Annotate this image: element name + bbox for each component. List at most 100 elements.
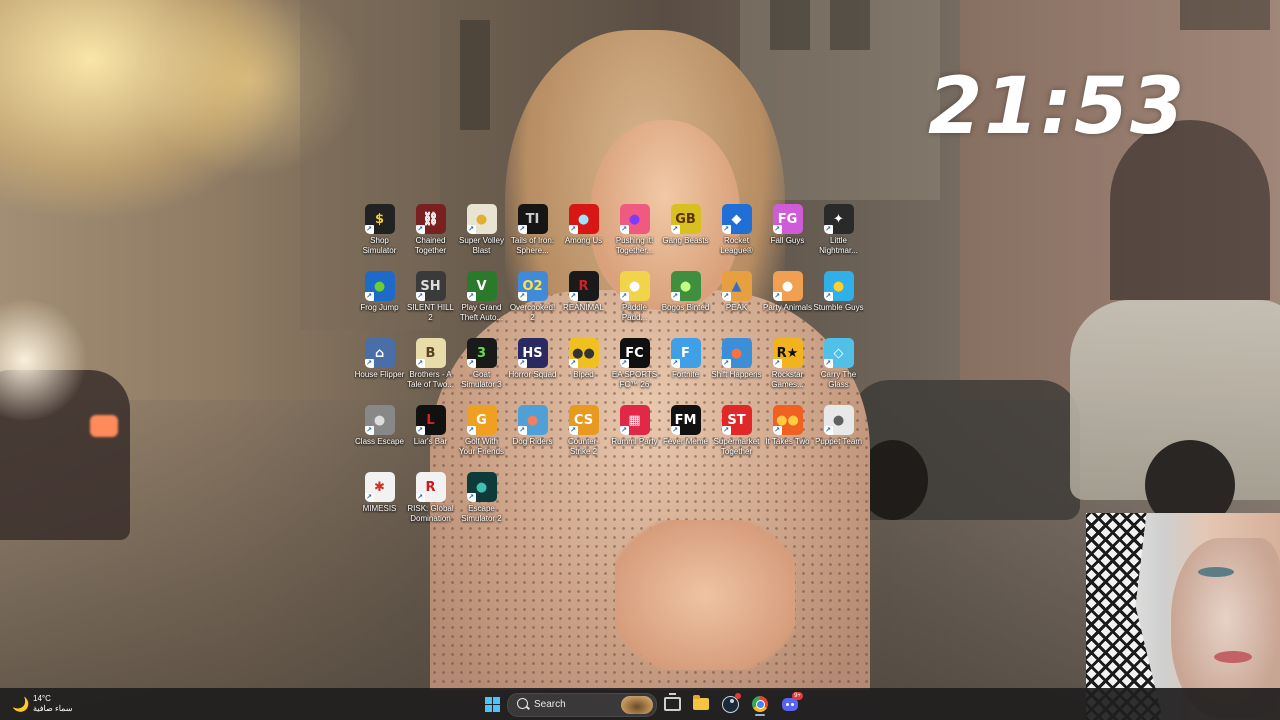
desktop-shortcut[interactable]: FM ↗ Fever Meme xyxy=(660,404,711,471)
shortcut-arrow-icon: ↗ xyxy=(619,225,629,234)
discord-button[interactable]: 9+ xyxy=(777,692,803,716)
desktop-shortcut[interactable]: R ↗ REANIMAL xyxy=(558,270,609,337)
desktop-shortcut-label: Fortnite xyxy=(671,370,700,379)
desktop-shortcut-label: Shift Happens xyxy=(711,370,762,379)
desktop-shortcut[interactable]: R★ ↗ Rockstar Games... xyxy=(762,337,813,404)
desktop-shortcut-label: Biped xyxy=(573,370,594,379)
desktop-shortcut[interactable]: ✱ ↗ MIMESIS xyxy=(354,471,405,538)
app-icon: ◇ ↗ xyxy=(823,338,854,368)
start-icon xyxy=(484,696,500,712)
desktop-shortcut[interactable]: ●● ↗ It Takes Two xyxy=(762,404,813,471)
desktop-shortcut[interactable]: ● ↗ Puppet Team xyxy=(813,404,864,471)
desktop-shortcut[interactable]: HS ↗ Horror Squad xyxy=(507,337,558,404)
desktop-shortcut[interactable]: TI ↗ Tails of Iron: Sphere... xyxy=(507,203,558,270)
desktop-shortcut-label: Rockstar Games... xyxy=(771,370,804,389)
file-explorer-icon xyxy=(693,695,709,710)
desktop-shortcut[interactable]: ●● ↗ Biped xyxy=(558,337,609,404)
desktop-shortcut[interactable]: G ↗ Golf With Your Friends xyxy=(456,404,507,471)
desktop-shortcut[interactable]: GB ↗ Gang Beasts xyxy=(660,203,711,270)
task-view-button[interactable] xyxy=(659,692,685,716)
desktop-shortcut[interactable]: ● ↗ Dog Riders xyxy=(507,404,558,471)
desktop-shortcut-label: Shop Simulator xyxy=(362,236,397,255)
desktop-shortcut-label: Rocket League® xyxy=(720,236,753,255)
app-icon: ● ↗ xyxy=(670,271,701,301)
shortcut-arrow-icon: ↗ xyxy=(721,426,731,435)
desktop-shortcut[interactable]: ✦ ↗ Little Nightmar... xyxy=(813,203,864,270)
desktop-shortcut[interactable]: ● ↗ Escape Simulator 2 xyxy=(456,471,507,538)
desktop-shortcut[interactable]: $ ↗ Shop Simulator xyxy=(354,203,405,270)
desktop-shortcut[interactable]: FC ↗ EA SPORTS FC™ 26 xyxy=(609,337,660,404)
app-icon: TI ↗ xyxy=(517,204,548,234)
app-icon: R ↗ xyxy=(415,472,446,502)
shortcut-arrow-icon: ↗ xyxy=(466,225,476,234)
app-icon: ● ↗ xyxy=(517,405,548,435)
shortcut-arrow-icon: ↗ xyxy=(568,426,578,435)
desktop-shortcut[interactable]: ● ↗ Paddle Padd... xyxy=(609,270,660,337)
shortcut-arrow-icon: ↗ xyxy=(772,426,782,435)
desktop-shortcut[interactable]: ◇ ↗ Carry The Glass xyxy=(813,337,864,404)
steam-button[interactable] xyxy=(717,692,743,716)
shortcut-arrow-icon: ↗ xyxy=(568,292,578,301)
notification-dot xyxy=(735,693,741,699)
shortcut-arrow-icon: ↗ xyxy=(670,359,680,368)
weather-temperature: 14°C xyxy=(33,694,51,703)
app-icon: ● ↗ xyxy=(619,204,650,234)
desktop-shortcut[interactable]: ⌂ ↗ House Flipper xyxy=(354,337,405,404)
desktop-shortcut[interactable]: SH ↗ SILENT HILL 2 xyxy=(405,270,456,337)
desktop-shortcut[interactable]: ◆ ↗ Rocket League® xyxy=(711,203,762,270)
start-button[interactable] xyxy=(479,692,505,716)
app-icon: ● ↗ xyxy=(823,405,854,435)
desktop-shortcut-label: Fever Meme xyxy=(663,437,708,446)
desktop-shortcut[interactable]: O2 ↗ Overcooked! 2 xyxy=(507,270,558,337)
chrome-button[interactable] xyxy=(747,692,773,716)
desktop-shortcut[interactable]: B ↗ Brothers - A Tale of Two... xyxy=(405,337,456,404)
app-icon: ● ↗ xyxy=(721,338,752,368)
desktop-shortcut-label: Pushing it! Together... xyxy=(615,236,654,255)
desktop-shortcut[interactable]: ● ↗ Bogos Binted xyxy=(660,270,711,337)
desktop-shortcut[interactable]: CS ↗ Counter-Strike 2 xyxy=(558,404,609,471)
desktop-shortcut[interactable]: ● ↗ Pushing it! Together... xyxy=(609,203,660,270)
desktop-shortcut[interactable]: ⛓ ↗ Chained Together xyxy=(405,203,456,270)
app-icon: ● ↗ xyxy=(364,271,395,301)
desktop-shortcut[interactable]: ▲ ↗ PEAK xyxy=(711,270,762,337)
file-explorer-button[interactable] xyxy=(688,692,714,716)
desktop-shortcut[interactable]: ● ↗ Among Us xyxy=(558,203,609,270)
desktop-shortcut-label: MIMESIS xyxy=(362,504,397,513)
shortcut-arrow-icon: ↗ xyxy=(568,225,578,234)
desktop-shortcut[interactable]: FG ↗ Fall Guys xyxy=(762,203,813,270)
shortcut-arrow-icon: ↗ xyxy=(466,493,476,502)
desktop-shortcut[interactable]: F ↗ Fortnite xyxy=(660,337,711,404)
app-icon: HS ↗ xyxy=(517,338,548,368)
desktop-shortcut[interactable]: R ↗ RISK: Global Domination xyxy=(405,471,456,538)
shortcut-arrow-icon: ↗ xyxy=(670,225,680,234)
desktop-shortcut[interactable]: ● ↗ Party Animals xyxy=(762,270,813,337)
desktop-shortcut[interactable]: V ↗ Play Grand Theft Auto... xyxy=(456,270,507,337)
desktop-shortcut[interactable]: ST ↗ Supermarket Together xyxy=(711,404,762,471)
shortcut-arrow-icon: ↗ xyxy=(619,426,629,435)
desktop-shortcut[interactable]: ● ↗ Class Escape xyxy=(354,404,405,471)
taskbar-search-box[interactable]: Search xyxy=(507,693,657,717)
shortcut-arrow-icon: ↗ xyxy=(466,292,476,301)
desktop-shortcut[interactable]: ● ↗ Stumble Guys xyxy=(813,270,864,337)
discord-badge: 9+ xyxy=(792,692,803,700)
desktop-shortcut[interactable]: ● ↗ Frog Jump xyxy=(354,270,405,337)
app-icon: FM ↗ xyxy=(670,405,701,435)
shortcut-arrow-icon: ↗ xyxy=(415,225,425,234)
desktop-shortcut[interactable]: ● ↗ Super Volley Blast xyxy=(456,203,507,270)
shortcut-arrow-icon: ↗ xyxy=(670,426,680,435)
app-icon: B ↗ xyxy=(415,338,446,368)
shortcut-arrow-icon: ↗ xyxy=(823,225,833,234)
desktop-shortcut[interactable]: ● ↗ Shift Happens xyxy=(711,337,762,404)
desktop-shortcut-label: EA SPORTS FC™ 26 xyxy=(611,370,658,389)
desktop-shortcut-label: Carry The Glass xyxy=(820,370,857,389)
desktop-shortcut-label: Counter-Strike 2 xyxy=(567,437,600,456)
shortcut-arrow-icon: ↗ xyxy=(466,426,476,435)
desktop-shortcut[interactable]: ▦ ↗ Rummi Party xyxy=(609,404,660,471)
app-icon: GB ↗ xyxy=(670,204,701,234)
desktop-shortcut[interactable]: 3 ↗ Goat Simulator 3 xyxy=(456,337,507,404)
desktop-shortcut[interactable]: L ↗ Liar's Bar xyxy=(405,404,456,471)
desktop-shortcut-label: Play Grand Theft Auto... xyxy=(459,303,504,322)
search-highlight-image xyxy=(621,696,653,714)
app-icon: ● ↗ xyxy=(466,204,497,234)
weather-widget[interactable]: 🌙 14°C سماء صافية xyxy=(12,693,102,717)
